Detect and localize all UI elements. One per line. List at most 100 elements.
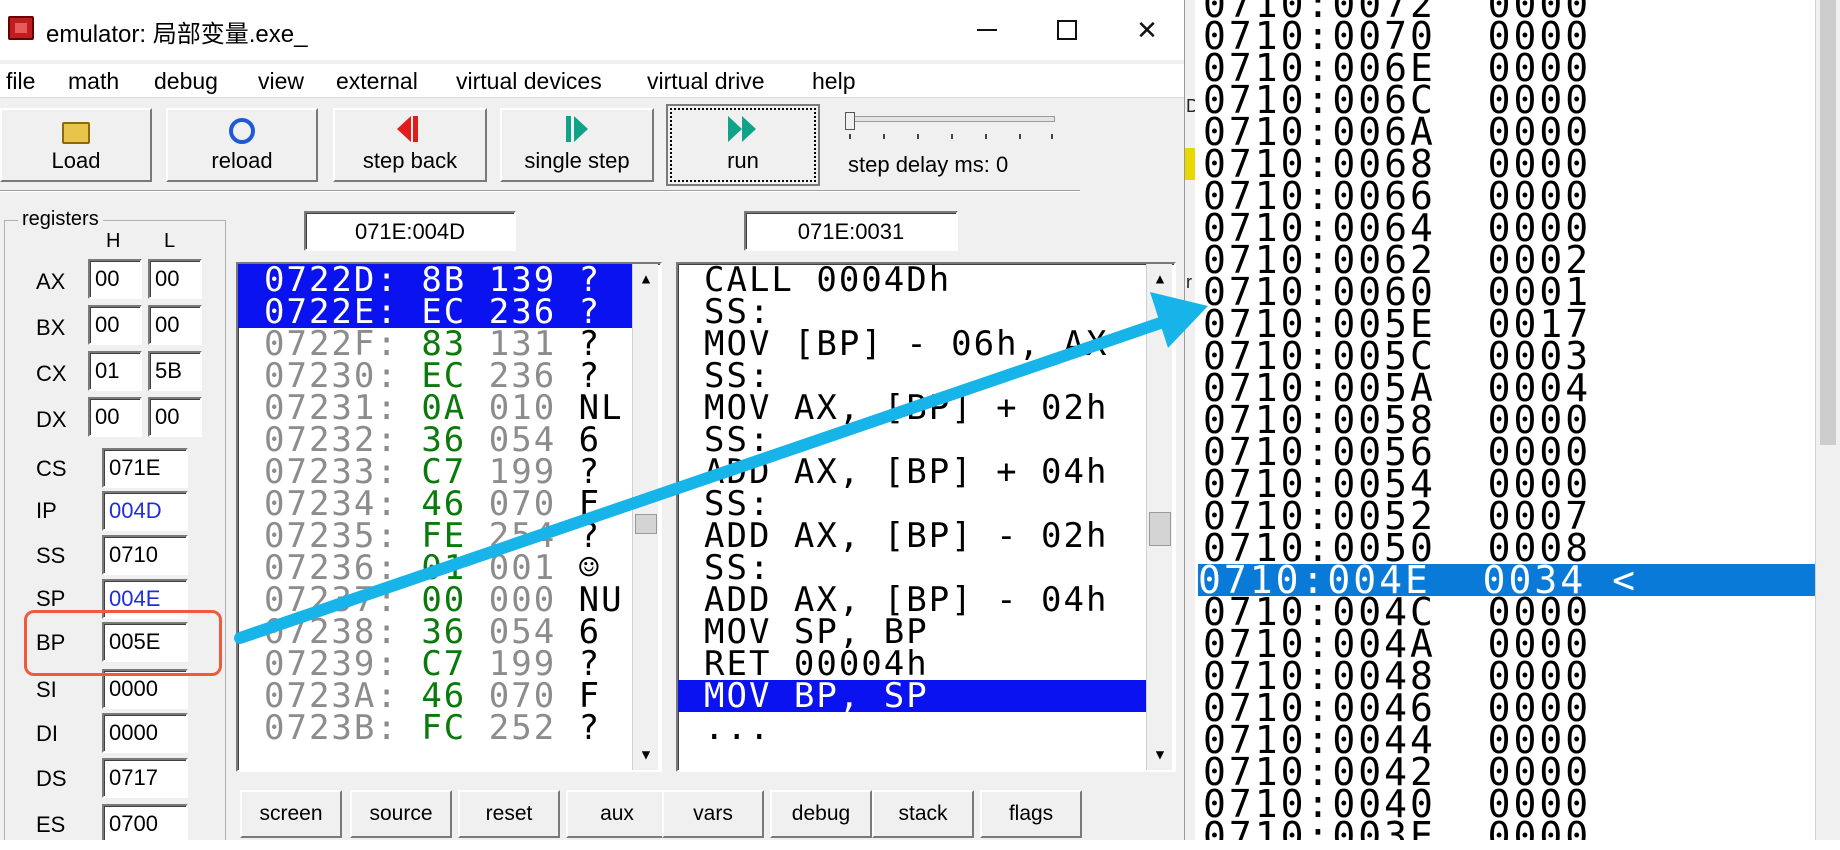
disassembly-row[interactable]: SS:	[678, 423, 1146, 457]
register-cx-high[interactable]: 01	[88, 351, 142, 391]
disassembly-list[interactable]: ... MOV BP, SP RET 00004h MOV SP, BP ADD AX,…	[676, 262, 1176, 772]
scroll-thumb[interactable]	[1149, 512, 1171, 546]
disassembly-row[interactable]: ADD AX, [BP] - 02h	[678, 519, 1146, 553]
register-ip-field[interactable]: 004D	[102, 491, 188, 531]
register-cx-label: CX	[36, 361, 67, 386]
scroll-up-icon[interactable]: ▲	[633, 266, 659, 292]
high-byte-label: H	[106, 230, 121, 252]
register-es-field[interactable]: 0700	[102, 804, 188, 844]
disassembly-address-input[interactable]: 071E:0031	[744, 211, 958, 251]
maximize-button[interactable]	[1035, 8, 1099, 52]
emulator-window: emulator: 局部变量.exe_ ✕ file math debug vi…	[0, 0, 1185, 850]
memory-address-input[interactable]: 071E:004D	[304, 211, 516, 251]
register-cs-field[interactable]: 071E	[102, 448, 188, 488]
memory-row[interactable]: 07235: FE 254 ?	[238, 519, 632, 553]
disassembly-row[interactable]: RET 00004h	[678, 647, 1146, 681]
source-button[interactable]: source	[350, 790, 452, 838]
register-sp-label: SP	[36, 586, 66, 611]
menu-virtual-drive[interactable]: virtual drive	[647, 68, 765, 95]
aux-button[interactable]: aux	[566, 790, 668, 838]
close-button[interactable]: ✕	[1115, 8, 1179, 52]
disassembly-row[interactable]: MOV SP, BP	[678, 615, 1146, 649]
scroll-thumb[interactable]	[1820, 0, 1836, 445]
window-title: emulator: 局部变量.exe_	[46, 21, 308, 48]
register-dx-high[interactable]: 00	[88, 397, 142, 437]
memory-row[interactable]: 0723B: FC 252 ?	[238, 711, 632, 745]
single-step-button[interactable]: single step	[500, 108, 654, 182]
register-bx-low[interactable]: 00	[148, 305, 202, 345]
disassembly-row[interactable]: SS:	[678, 295, 1146, 329]
register-di-label: DI	[36, 721, 58, 746]
slider-thumb[interactable]	[845, 112, 855, 130]
background-window-fragment	[1185, 148, 1195, 180]
step-back-button[interactable]: step back	[333, 108, 487, 182]
title-bar[interactable]: emulator: 局部变量.exe_ ✕	[0, 0, 1184, 60]
register-bx-label: BX	[36, 315, 66, 340]
menu-external[interactable]: external	[336, 68, 418, 95]
register-ax-high[interactable]: 00	[88, 259, 142, 299]
stack-scrollbar[interactable]	[1815, 0, 1840, 850]
menu-bar: file math debug view external virtual de…	[0, 64, 1184, 98]
vars-button[interactable]: vars	[662, 790, 764, 838]
menu-view[interactable]: view	[258, 68, 304, 95]
step-delay-slider[interactable]	[845, 112, 1055, 142]
low-byte-label: L	[164, 230, 176, 252]
scroll-thumb[interactable]	[635, 514, 657, 534]
disassembly-row[interactable]: ...	[678, 711, 1146, 745]
memory-row[interactable]: 0722D: 8B 139 ?	[238, 264, 632, 297]
register-cx-low[interactable]: 5B	[148, 351, 202, 391]
disassembly-row[interactable]: MOV BP, SP	[678, 679, 1146, 713]
memory-row[interactable]: 07230: EC 236 ?	[238, 359, 632, 393]
disassembly-row[interactable]: CALL 0004Dh	[678, 264, 1146, 297]
memory-row[interactable]: 07238: 36 054 6	[238, 615, 632, 649]
disassembly-row[interactable]: ADD AX, [BP] - 04h	[678, 583, 1146, 617]
flags-button[interactable]: flags	[980, 790, 1082, 838]
register-ss-label: SS	[36, 543, 66, 568]
disassembly-scrollbar[interactable]: ▲ ▼	[1146, 264, 1172, 770]
disassembly-row[interactable]: ADD AX, [BP] + 04h	[678, 455, 1146, 489]
scroll-up-icon[interactable]: ▲	[1147, 266, 1173, 292]
memory-row[interactable]: 0722F: 83 131 ?	[238, 327, 632, 361]
memory-row[interactable]: 07234: 46 070 F	[238, 487, 632, 521]
disassembly-row[interactable]: MOV AX, [BP] + 02h	[678, 391, 1146, 425]
menu-math[interactable]: math	[68, 68, 119, 95]
menu-help[interactable]: help	[812, 68, 855, 95]
register-di-field[interactable]: 0000	[102, 713, 188, 753]
memory-scrollbar[interactable]: ▲ ▼	[632, 264, 658, 770]
memory-list[interactable]: 0723B: FC 252 ? 0723A: 46 070 F 07239: C7 …	[236, 262, 662, 772]
memory-row[interactable]: 07231: 0A 010 NL	[238, 391, 632, 425]
stack-button[interactable]: stack	[872, 790, 974, 838]
menu-debug[interactable]: debug	[154, 68, 218, 95]
memory-row[interactable]: 0723A: 46 070 F	[238, 679, 632, 713]
run-label: run	[727, 148, 759, 173]
reset-button[interactable]: reset	[458, 790, 560, 838]
register-ds-field[interactable]: 0717	[102, 758, 188, 798]
scroll-down-icon[interactable]: ▼	[1147, 742, 1173, 768]
step-delay-label: step delay ms: 0	[848, 152, 1009, 177]
register-bx-high[interactable]: 00	[88, 305, 142, 345]
memory-row[interactable]: 07237: 00 000 NU	[238, 583, 632, 617]
close-icon: ✕	[1136, 14, 1158, 45]
minimize-button[interactable]	[955, 8, 1019, 52]
register-dx-low[interactable]: 00	[148, 397, 202, 437]
screen-button[interactable]: screen	[240, 790, 342, 838]
memory-row[interactable]: 07236: 01 001 ☺	[238, 551, 632, 585]
memory-row[interactable]: 07233: C7 199 ?	[238, 455, 632, 489]
memory-row[interactable]: 07232: 36 054 6	[238, 423, 632, 457]
run-button[interactable]: run	[666, 104, 820, 186]
disassembly-row[interactable]: SS:	[678, 487, 1146, 521]
register-ax-low[interactable]: 00	[148, 259, 202, 299]
menu-virtual-devices[interactable]: virtual devices	[456, 68, 602, 95]
disassembly-row[interactable]: SS:	[678, 551, 1146, 585]
reload-button[interactable]: reload	[166, 108, 318, 182]
disassembly-row[interactable]: SS:	[678, 359, 1146, 393]
stack-window[interactable]: 0710:0072 0000 0710:0070 0000 0710:006E 00…	[1195, 0, 1840, 850]
load-button[interactable]: Load	[0, 108, 152, 182]
memory-row[interactable]: 0722E: EC 236 ?	[238, 295, 632, 329]
debug-button[interactable]: debug	[770, 790, 872, 838]
disassembly-row[interactable]: MOV [BP] - 06h, AX	[678, 327, 1146, 361]
register-ss-field[interactable]: 0710	[102, 535, 188, 575]
memory-row[interactable]: 07239: C7 199 ?	[238, 647, 632, 681]
menu-file[interactable]: file	[6, 68, 35, 95]
scroll-down-icon[interactable]: ▼	[633, 742, 659, 768]
